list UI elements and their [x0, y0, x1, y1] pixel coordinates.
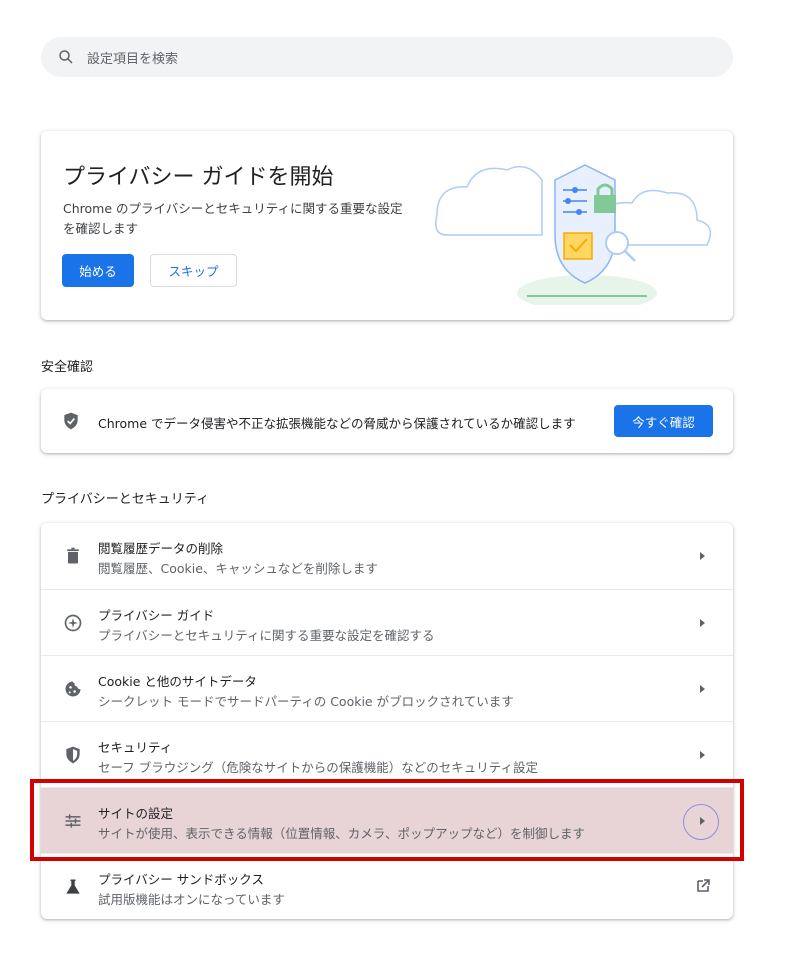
- list-item-site-settings[interactable]: サイトの設定 サイトが使用、表示できる情報（位置情報、カメラ、ポップアップなど）…: [41, 787, 733, 853]
- arrow-right-icon: [700, 817, 705, 825]
- list-item-subtitle: 閲覧履歴、Cookie、キャッシュなどを削除します: [98, 561, 378, 576]
- list-item-subtitle: 試用版機能はオンになっています: [98, 892, 285, 907]
- safety-check-card: Chrome でデータ侵害や不正な拡張機能などの脅威から保護されているか確認しま…: [41, 389, 733, 453]
- start-button[interactable]: 始める: [62, 254, 134, 287]
- list-item-clear-browsing-data[interactable]: 閲覧履歴データの削除 閲覧履歴、Cookie、キャッシュなどを削除します: [41, 523, 733, 589]
- skip-button[interactable]: スキップ: [150, 254, 237, 287]
- privacy-guide-description: Chrome のプライバシーとセキュリティに関する重要な設定を確認します: [63, 201, 403, 236]
- list-item-title: サイトの設定: [98, 806, 174, 821]
- search-icon: [59, 50, 73, 64]
- list-item-subtitle: サイトが使用、表示できる情報（位置情報、カメラ、ポップアップなど）を制御します: [98, 826, 586, 841]
- list-item-privacy-guide[interactable]: プライバシー ガイド プライバシーとセキュリティに関する重要な設定を確認する: [41, 589, 733, 655]
- trash-icon: [67, 547, 79, 564]
- list-item-title: プライバシー ガイド: [98, 608, 215, 623]
- arrow-right-icon: [700, 685, 705, 693]
- privacy-guide-illustration: [435, 164, 712, 305]
- privacy-guide-title: プライバシー ガイドを開始: [63, 165, 334, 190]
- list-item-subtitle: プライバシーとセキュリティに関する重要な設定を確認する: [98, 628, 435, 643]
- cookie-icon: [65, 681, 81, 697]
- open-external-icon: [697, 879, 710, 892]
- safety-check-text: Chrome でデータ侵害や不正な拡張機能などの脅威から保護されているか確認しま…: [98, 416, 576, 431]
- list-item-security[interactable]: セキュリティ セーフ ブラウジング（危険なサイトからの保護機能）などのセキュリテ…: [41, 721, 733, 787]
- list-item-subtitle: セーフ ブラウジング（危険なサイトからの保護機能）などのセキュリティ設定: [98, 760, 538, 775]
- list-item-cookies[interactable]: Cookie と他のサイトデータ シークレット モードでサードパーティの Coo…: [41, 655, 733, 721]
- list-item-title: セキュリティ: [98, 740, 173, 755]
- shield-icon: [66, 746, 80, 764]
- flask-icon: [66, 879, 80, 894]
- privacy-guide-card: プライバシー ガイドを開始 Chrome のプライバシーとセキュリティに関する重…: [41, 131, 733, 320]
- privacy-security-heading: プライバシーとセキュリティ: [41, 492, 209, 507]
- compass-icon: [64, 614, 82, 632]
- check-now-button[interactable]: 今すぐ確認: [614, 405, 713, 437]
- list-item-title: プライバシー サンドボックス: [98, 872, 264, 887]
- privacy-security-list: 閲覧履歴データの削除 閲覧履歴、Cookie、キャッシュなどを削除します プライ…: [41, 523, 733, 919]
- search-bar[interactable]: 設定項目を検索: [41, 37, 733, 77]
- list-item-title: Cookie と他のサイトデータ: [98, 674, 257, 689]
- shield-check-icon: [64, 412, 78, 430]
- safety-check-heading: 安全確認: [41, 360, 94, 375]
- arrow-right-icon: [700, 751, 705, 759]
- arrow-right-icon: [700, 552, 705, 560]
- search-input[interactable]: 設定項目を検索: [87, 48, 178, 67]
- tune-icon: [65, 814, 81, 828]
- list-item-subtitle: シークレット モードでサードパーティの Cookie がブロックされています: [98, 694, 514, 709]
- arrow-right-icon: [700, 619, 705, 627]
- list-item-title: 閲覧履歴データの削除: [98, 541, 224, 556]
- list-item-privacy-sandbox[interactable]: プライバシー サンドボックス 試用版機能はオンになっています: [41, 853, 733, 919]
